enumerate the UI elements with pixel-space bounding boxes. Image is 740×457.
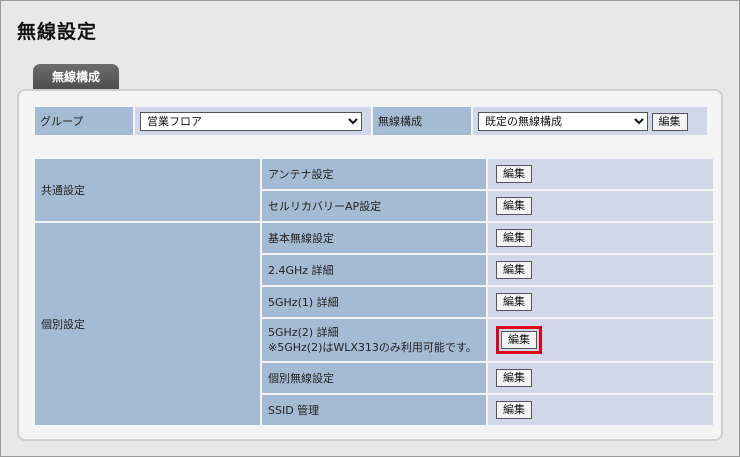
- detail-5ghz2-edit-button[interactable]: 編集: [501, 331, 537, 349]
- detail-5ghz2-note: ※5GHz(2)はWLX313のみ利用可能です。: [268, 341, 477, 354]
- config-edit-button[interactable]: 編集: [651, 112, 688, 131]
- page-title: 無線設定: [17, 21, 98, 43]
- table-row: 共通設定 アンテナ設定 編集: [33, 157, 715, 223]
- detail-5ghz1-edit-button[interactable]: 編集: [496, 293, 532, 311]
- basic-wireless-edit-button[interactable]: 編集: [496, 229, 532, 247]
- cell-recovery-edit-button[interactable]: 編集: [496, 197, 532, 215]
- individual-settings-label: 個別設定: [33, 221, 262, 427]
- highlight-frame: 編集: [496, 326, 542, 354]
- detail-24ghz-label: 2.4GHz 詳細: [260, 253, 488, 287]
- individual-wireless-label: 個別無線設定: [260, 361, 488, 395]
- ssid-management-label: SSID 管理: [260, 393, 488, 427]
- config-select[interactable]: 既定の無線構成: [478, 111, 648, 131]
- settings-table: 共通設定 アンテナ設定 編集 セルリカバリーAP設定 編集 個別設定 基本無線設…: [33, 157, 715, 427]
- group-table: グループ 営業フロア 無線構成 既定の無線構成 編集: [33, 105, 709, 137]
- detail-5ghz2-label: 5GHz(2) 詳細: [268, 326, 339, 339]
- ssid-management-edit-button[interactable]: 編集: [496, 401, 532, 419]
- detail-5ghz2-cell: 5GHz(2) 詳細 ※5GHz(2)はWLX313のみ利用可能です。: [260, 317, 488, 363]
- antenna-edit-button[interactable]: 編集: [496, 165, 532, 183]
- antenna-settings-label: アンテナ設定: [260, 157, 488, 191]
- group-label: グループ: [33, 105, 135, 137]
- config-panel: グループ 営業フロア 無線構成 既定の無線構成 編集 共通設定 アンテナ設定 編…: [17, 89, 723, 441]
- basic-wireless-label: 基本無線設定: [260, 221, 488, 255]
- detail-5ghz1-label: 5GHz(1) 詳細: [260, 285, 488, 319]
- individual-wireless-edit-button[interactable]: 編集: [496, 369, 532, 387]
- group-select[interactable]: 営業フロア: [140, 111, 362, 131]
- detail-24ghz-edit-button[interactable]: 編集: [496, 261, 532, 279]
- cell-recovery-label: セルリカバリーAP設定: [260, 189, 488, 223]
- config-label: 無線構成: [371, 105, 473, 137]
- tab-wireless-config[interactable]: 無線構成: [33, 64, 119, 89]
- table-row: 個別設定 基本無線設定 編集: [33, 221, 715, 427]
- common-settings-label: 共通設定: [33, 157, 262, 223]
